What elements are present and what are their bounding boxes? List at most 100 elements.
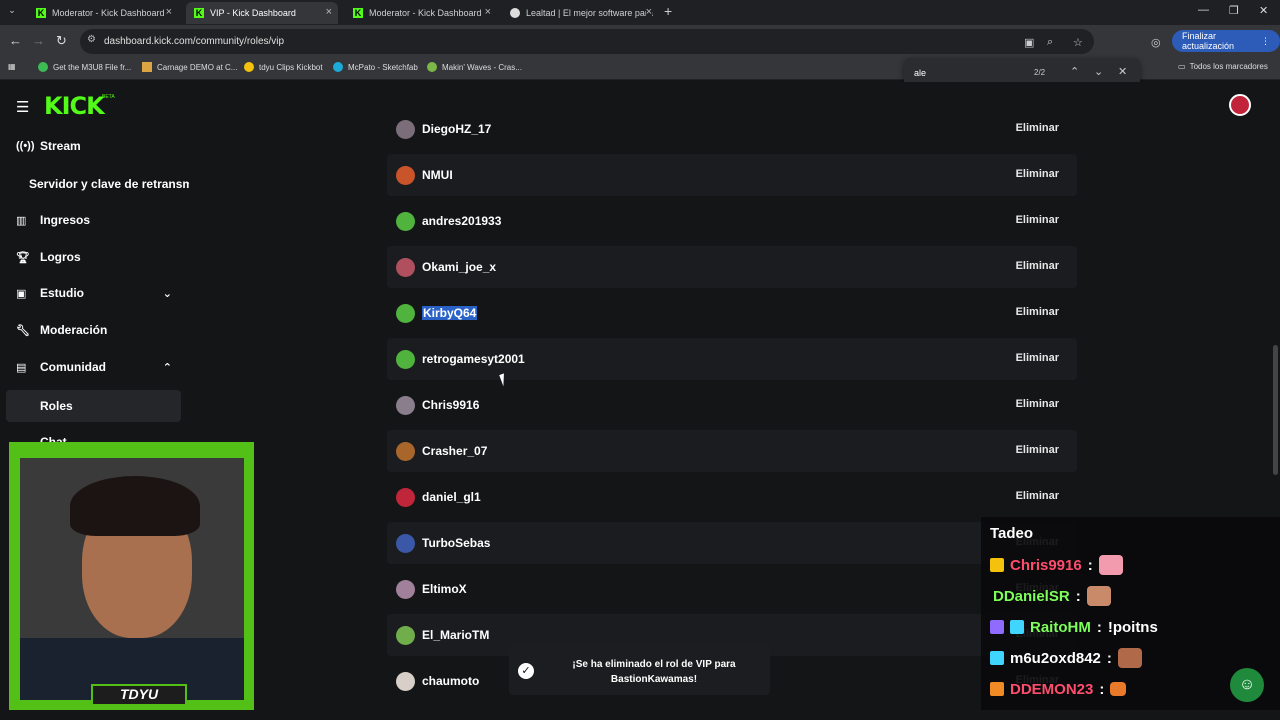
bookmark-label: Get the M3U8 File fr...: [53, 62, 132, 72]
page-action-icon[interactable]: ▣: [1024, 36, 1034, 49]
close-tab-icon[interactable]: ×: [166, 6, 172, 18]
vip-username: EltimoX: [422, 582, 467, 596]
vip-username: DiegoHZ_17: [422, 122, 492, 136]
remove-vip-button[interactable]: Eliminar: [1016, 122, 1059, 134]
remove-vip-button[interactable]: Eliminar: [1016, 260, 1059, 272]
browser-tab-lealtad[interactable]: Lealtad | El mejor software para ×: [502, 2, 658, 24]
remove-vip-button[interactable]: Eliminar: [1016, 398, 1059, 410]
remove-vip-button[interactable]: Eliminar: [1016, 444, 1059, 456]
remove-vip-button[interactable]: Eliminar: [1016, 168, 1059, 180]
browser-tab-strip: ⌄ K Moderator - Kick Dashboard × K VIP -…: [0, 0, 1280, 25]
kick-logo[interactable]: KICK: [44, 92, 105, 120]
sub-badge-icon: [990, 620, 1004, 634]
chart-icon: ▥: [16, 214, 27, 227]
vip-row: NMUI Eliminar: [387, 154, 1077, 196]
sidebar-item-ingresos[interactable]: ▥ Ingresos: [16, 205, 182, 235]
bookmark-item[interactable]: Carnage DEMO at C...: [142, 62, 237, 72]
menu-icon[interactable]: ☰: [16, 98, 29, 116]
chat-header: Tadeo: [990, 525, 1034, 542]
sidebar-item-estudio[interactable]: ▣ Estudio ⌄: [16, 278, 182, 308]
user-avatar: [396, 534, 415, 553]
browser-toolbar: ← → ↻ ⚙ dashboard.kick.com/community/rol…: [0, 25, 1280, 58]
browser-tab-moderator-2[interactable]: K Moderator - Kick Dashboard ×: [345, 2, 497, 24]
bookmark-item[interactable]: Makin' Waves - Cras...: [427, 62, 522, 72]
minimize-icon[interactable]: —: [1198, 4, 1209, 16]
vip-username: chaumoto: [422, 674, 480, 688]
support-chat-icon[interactable]: ☺: [1230, 668, 1264, 702]
profile-icon[interactable]: ◎: [1151, 36, 1161, 49]
close-tab-icon[interactable]: ×: [645, 6, 652, 18]
emote-icon: [1117, 648, 1142, 668]
vip-username: Okami_joe_x: [422, 260, 497, 274]
bookmark-item[interactable]: McPato - Sketchfab: [333, 62, 418, 72]
address-bar[interactable]: ⚙ dashboard.kick.com/community/roles/vip…: [80, 29, 1094, 54]
back-icon[interactable]: ←: [9, 33, 22, 48]
sidebar-item-label: Comunidad: [40, 360, 106, 374]
close-tab-icon[interactable]: ×: [485, 6, 491, 18]
chat-separator: :: [1106, 649, 1112, 667]
wrench-icon: 🔧︎: [16, 324, 30, 337]
sidebar-item-stream[interactable]: ((•)) Stream: [16, 131, 182, 161]
bookmark-star-icon[interactable]: ☆: [1073, 36, 1083, 49]
bookmark-favicon-icon: [244, 62, 254, 72]
vip-row: KirbyQ64 Eliminar: [387, 292, 1077, 334]
vip-row: Crasher_07 Eliminar: [387, 430, 1077, 472]
more-menu-icon: ⋮: [1261, 35, 1270, 46]
lealtad-favicon-icon: [510, 8, 520, 18]
user-avatar[interactable]: [1229, 94, 1251, 116]
vip-row: DiegoHZ_17 Eliminar: [387, 108, 1077, 150]
user-avatar: [396, 396, 415, 415]
url-text[interactable]: dashboard.kick.com/community/roles/vip: [104, 36, 284, 47]
emote-icon: [1098, 555, 1123, 575]
tab-title: Moderator - Kick Dashboard: [52, 8, 165, 18]
close-tab-icon[interactable]: ×: [326, 6, 332, 18]
gift-badge-icon: [1010, 620, 1024, 634]
new-tab-icon[interactable]: +: [664, 3, 672, 19]
apps-icon[interactable]: ▦: [8, 62, 16, 71]
bookmark-favicon-icon: [427, 62, 437, 72]
vip-row: Okami_joe_x Eliminar: [387, 246, 1077, 288]
user-avatar: [396, 488, 415, 507]
kick-favicon-icon: K: [353, 8, 363, 18]
sidebar-item-stream-key[interactable]: Servidor y clave de retransm: [29, 177, 189, 191]
sidebar-item-moderacion[interactable]: 🔧︎ Moderación: [16, 315, 182, 345]
forward-icon[interactable]: →: [32, 33, 45, 48]
bookmark-item[interactable]: tdyu Clips Kickbot: [244, 62, 323, 72]
crown-badge-icon: [990, 558, 1004, 572]
vip-username: retrogamesyt2001: [422, 352, 525, 366]
sidebar-item-roles[interactable]: Roles: [40, 391, 206, 421]
zoom-icon[interactable]: ⌕: [1047, 36, 1053, 49]
all-bookmarks[interactable]: ▭ Todos los marcadores: [1178, 62, 1268, 71]
browser-tab-moderator[interactable]: K Moderator - Kick Dashboard ×: [28, 2, 178, 24]
remove-vip-button[interactable]: Eliminar: [1016, 306, 1059, 318]
page-scrollbar[interactable]: [1273, 345, 1278, 475]
user-avatar: [396, 580, 415, 599]
user-avatar: [396, 442, 415, 461]
tab-search-icon[interactable]: ⌄: [4, 5, 20, 19]
sidebar-item-logros[interactable]: 🏆︎ Logros: [16, 242, 182, 272]
close-window-icon[interactable]: ✕: [1259, 4, 1268, 17]
chat-username: m6u2oxd842: [1010, 649, 1101, 667]
remove-vip-button[interactable]: Eliminar: [1016, 214, 1059, 226]
remove-vip-button[interactable]: Eliminar: [1016, 490, 1059, 502]
remove-vip-button[interactable]: Eliminar: [1016, 352, 1059, 364]
vip-row: Chris9916 Eliminar: [387, 384, 1077, 426]
finish-update-button[interactable]: Finalizar actualización ⋮: [1172, 30, 1280, 52]
tab-title: Moderator - Kick Dashboard: [369, 8, 482, 18]
community-icon: ▤: [16, 361, 27, 374]
tab-title: VIP - Kick Dashboard: [210, 8, 296, 18]
vip-username: KirbyQ64: [422, 306, 478, 320]
browser-tab-vip[interactable]: K VIP - Kick Dashboard ×: [186, 2, 338, 24]
chat-message: DDanielSR :: [990, 585, 1111, 607]
restore-icon[interactable]: ❐: [1229, 4, 1239, 17]
bookmark-item[interactable]: Get the M3U8 File fr...: [38, 62, 131, 72]
site-info-icon[interactable]: ⚙: [87, 34, 96, 45]
chat-message: RaitoHM : !poitns: [990, 616, 1158, 638]
find-close-icon[interactable]: ✕: [1118, 65, 1127, 78]
find-next-icon[interactable]: ⌄: [1094, 65, 1103, 78]
find-previous-icon[interactable]: ⌃: [1070, 65, 1079, 78]
sidebar-item-comunidad[interactable]: ▤ Comunidad ⌃: [16, 352, 182, 382]
find-input[interactable]: ale: [914, 68, 926, 78]
bookmark-label: tdyu Clips Kickbot: [259, 62, 323, 72]
reload-icon[interactable]: ↻: [56, 33, 67, 49]
